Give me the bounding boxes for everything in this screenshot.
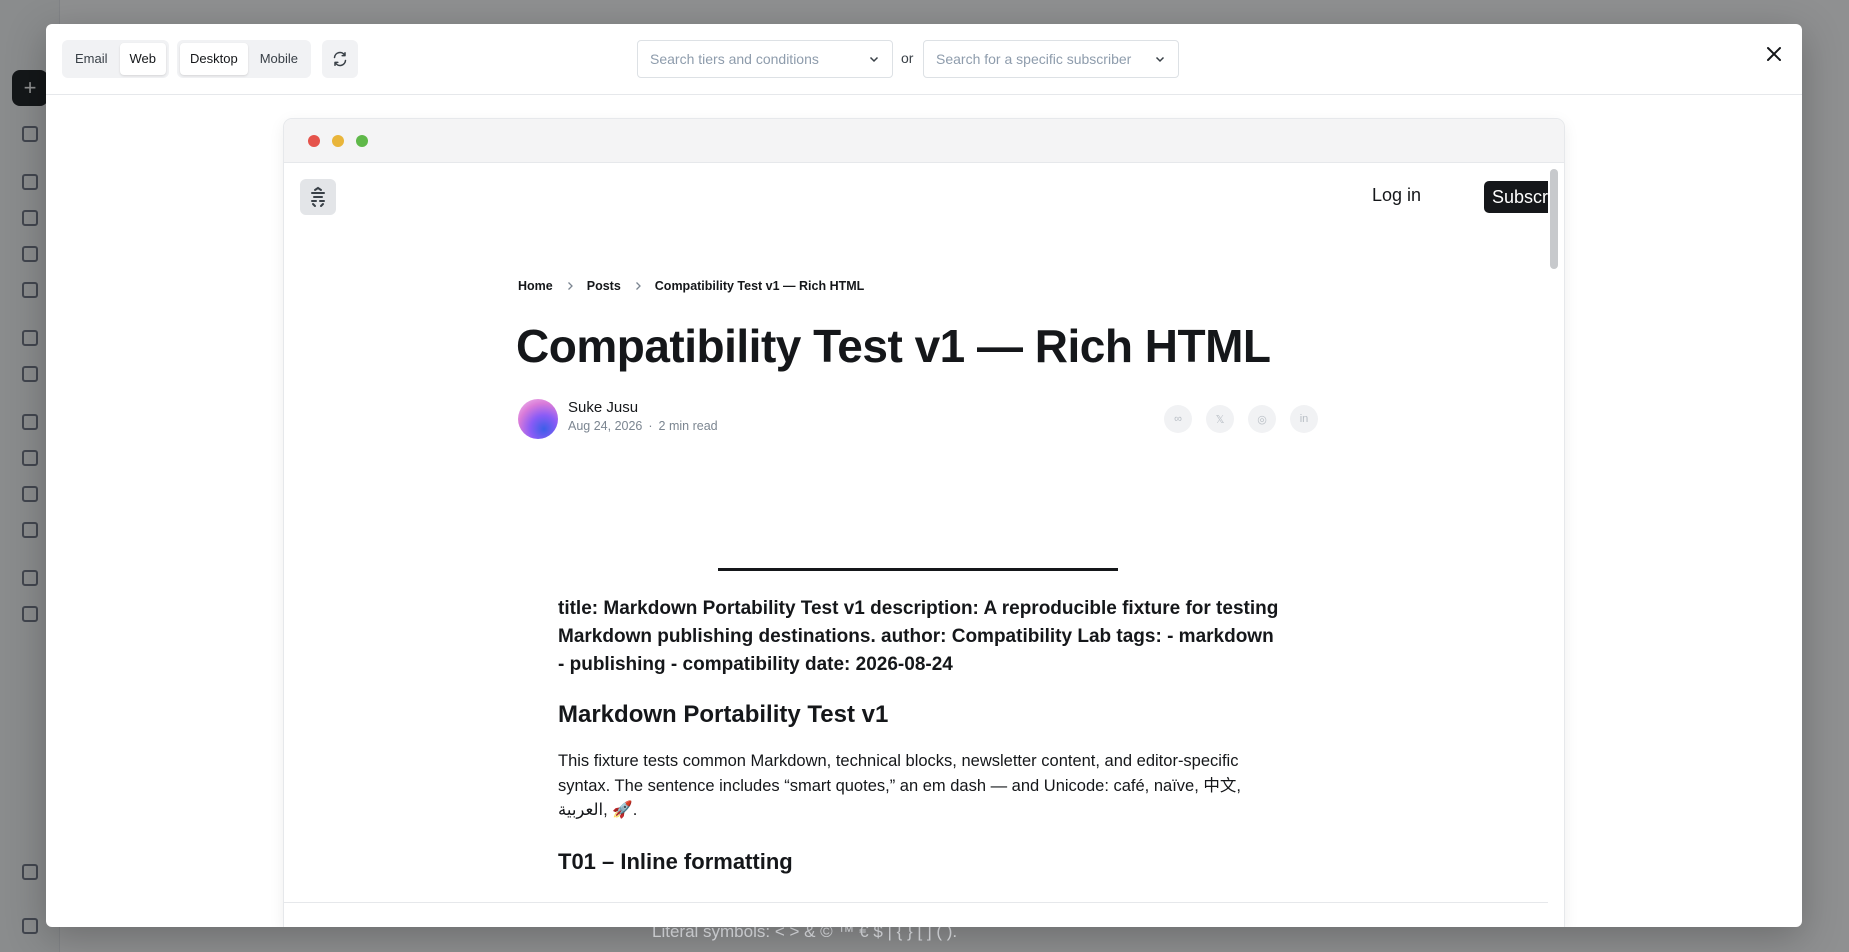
horizontal-rule xyxy=(718,568,1118,571)
meta-separator: · xyxy=(648,419,653,433)
content-subheading: T01 – Inline formatting xyxy=(558,849,793,874)
share-button[interactable] xyxy=(1114,925,1138,927)
back-button[interactable] xyxy=(714,925,738,927)
browser-minimize-dot xyxy=(332,135,344,147)
breadcrumb-current: Compatibility Test v1 — Rich HTML xyxy=(654,279,865,293)
read-time: 2 min read xyxy=(658,419,718,433)
browser-close-dot xyxy=(308,135,320,147)
subscribe-button[interactable]: Subscribe xyxy=(1484,181,1548,213)
or-label: or xyxy=(901,50,914,66)
breadcrumb-home[interactable]: Home xyxy=(518,279,553,293)
close-button[interactable] xyxy=(1762,42,1786,66)
tab-email[interactable]: Email xyxy=(65,43,118,75)
device-toggle: Desktop Mobile xyxy=(177,40,311,78)
content-heading: Markdown Portability Test v1 xyxy=(558,701,889,728)
scrollbar-thumb[interactable] xyxy=(1550,169,1558,269)
share-meta-icon[interactable]: ∞ xyxy=(1164,405,1192,433)
preview-toolbar: Email Web Desktop Mobile Search tiers an… xyxy=(46,24,1802,95)
post-action-bar xyxy=(284,902,1548,927)
breadcrumb-posts[interactable]: Posts xyxy=(587,279,621,293)
subscriber-select-placeholder: Search for a specific subscriber xyxy=(936,51,1132,67)
tier-select[interactable]: Search tiers and conditions xyxy=(637,40,893,78)
breadcrumb: Home Posts Compatibility Test v1 — Rich … xyxy=(518,279,864,293)
post-title: Compatibility Test v1 — Rich HTML xyxy=(516,320,1271,372)
browser-titlebar xyxy=(284,119,1564,163)
chevron-right-icon xyxy=(635,282,641,290)
close-icon xyxy=(1767,47,1781,61)
browser-preview: Log in Subscribe Home Posts Compatibilit… xyxy=(284,119,1564,927)
tab-web[interactable]: Web xyxy=(119,43,167,75)
author-name[interactable]: Suke Jusu xyxy=(568,399,638,416)
chevron-down-icon xyxy=(869,56,879,63)
site-logo[interactable] xyxy=(300,179,336,215)
ghost-logo-icon xyxy=(311,186,325,207)
content-paragraph: This fixture tests common Markdown, tech… xyxy=(558,752,1241,819)
tier-select-placeholder: Search tiers and conditions xyxy=(650,51,819,67)
preview-scrollbar[interactable] xyxy=(1550,169,1558,927)
browser-maximize-dot xyxy=(356,135,368,147)
like-button[interactable] xyxy=(914,925,938,927)
refresh-icon xyxy=(333,51,347,67)
share-x-icon[interactable]: 𝕏 xyxy=(1206,405,1234,433)
subscriber-select[interactable]: Search for a specific subscriber xyxy=(923,40,1179,78)
refresh-button[interactable] xyxy=(322,40,358,78)
frontmatter-heading: title: Markdown Portability Test v1 desc… xyxy=(558,598,1279,675)
post-page: Log in Subscribe Home Posts Compatibilit… xyxy=(284,163,1548,927)
share-threads-icon[interactable]: ◎ xyxy=(1248,405,1276,433)
share-linkedin-icon[interactable]: in xyxy=(1290,405,1318,433)
channel-toggle: Email Web xyxy=(62,40,170,78)
login-link[interactable]: Log in xyxy=(1372,185,1421,206)
share-buttons: ∞ 𝕏 ◎ in xyxy=(1164,405,1318,433)
chevron-down-icon xyxy=(1155,56,1165,63)
tab-mobile[interactable]: Mobile xyxy=(250,43,308,75)
author-avatar[interactable] xyxy=(518,399,558,439)
chevron-right-icon xyxy=(567,282,573,290)
preview-modal: Email Web Desktop Mobile Search tiers an… xyxy=(46,24,1802,927)
post-date: Aug 24, 2026 xyxy=(568,419,643,433)
post-meta: Aug 24, 2026 · 2 min read xyxy=(568,419,718,433)
tab-desktop[interactable]: Desktop xyxy=(180,43,248,75)
